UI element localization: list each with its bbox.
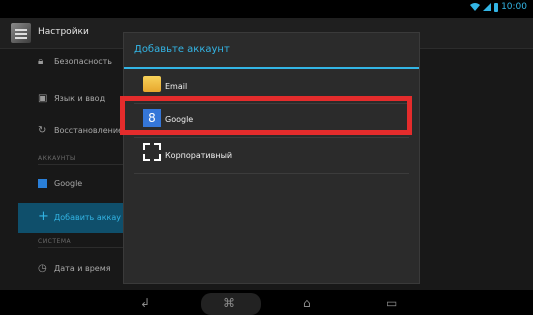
option-divider bbox=[134, 173, 409, 174]
back-button[interactable]: ↲ bbox=[140, 296, 150, 310]
section-divider bbox=[38, 164, 128, 165]
section-header-system: СИСТЕМА bbox=[38, 238, 72, 245]
home-button[interactable]: ⌘ bbox=[223, 296, 235, 310]
add-account-dialog: Добавьте аккаунт Email 8 Google Корпорат… bbox=[123, 32, 420, 284]
battery-icon bbox=[494, 2, 499, 12]
restore-icon: ↻ bbox=[38, 125, 47, 136]
highlight-frame bbox=[120, 96, 412, 135]
section-divider bbox=[38, 247, 128, 248]
plus-icon: + bbox=[38, 209, 49, 224]
corporate-icon bbox=[143, 143, 161, 161]
nav-bar: ↲ ⌘ ⌂ ▭ bbox=[0, 290, 533, 315]
add-account-label: Добавить аккау bbox=[54, 213, 122, 222]
status-icons: 10:00 bbox=[470, 2, 527, 12]
settings-item-label: Google bbox=[54, 179, 83, 188]
option-label: Email bbox=[165, 82, 188, 91]
action-bar-title: Настройки bbox=[38, 27, 89, 37]
signal-icon bbox=[483, 3, 492, 11]
email-icon bbox=[143, 76, 161, 92]
menu-button[interactable]: ⌂ bbox=[303, 296, 311, 310]
settings-item-label: Дата и время bbox=[54, 264, 111, 273]
recents-button[interactable]: ▭ bbox=[386, 296, 397, 310]
status-bar: 10:00 bbox=[0, 0, 533, 18]
add-account-item[interactable]: + Добавить аккау bbox=[18, 203, 133, 233]
status-time: 10:00 bbox=[501, 2, 527, 12]
wifi-icon bbox=[470, 3, 481, 11]
dialog-title: Добавьте аккаунт bbox=[134, 44, 230, 55]
option-corporate[interactable]: Корпоративный bbox=[129, 138, 412, 172]
google-account-icon bbox=[38, 179, 47, 191]
lock-icon: 🔒︎ bbox=[38, 56, 44, 67]
settings-item-label: Восстановление bbox=[54, 126, 123, 135]
section-header-accounts: АККАУНТЫ bbox=[38, 155, 76, 162]
settings-item-label: Язык и ввод bbox=[54, 94, 106, 103]
settings-app-icon[interactable] bbox=[11, 23, 31, 43]
keyboard-icon: ▣ bbox=[38, 93, 48, 104]
option-label: Корпоративный bbox=[165, 151, 233, 160]
settings-item-label: Безопасность bbox=[54, 57, 112, 66]
clock-icon: ◷ bbox=[38, 263, 47, 274]
